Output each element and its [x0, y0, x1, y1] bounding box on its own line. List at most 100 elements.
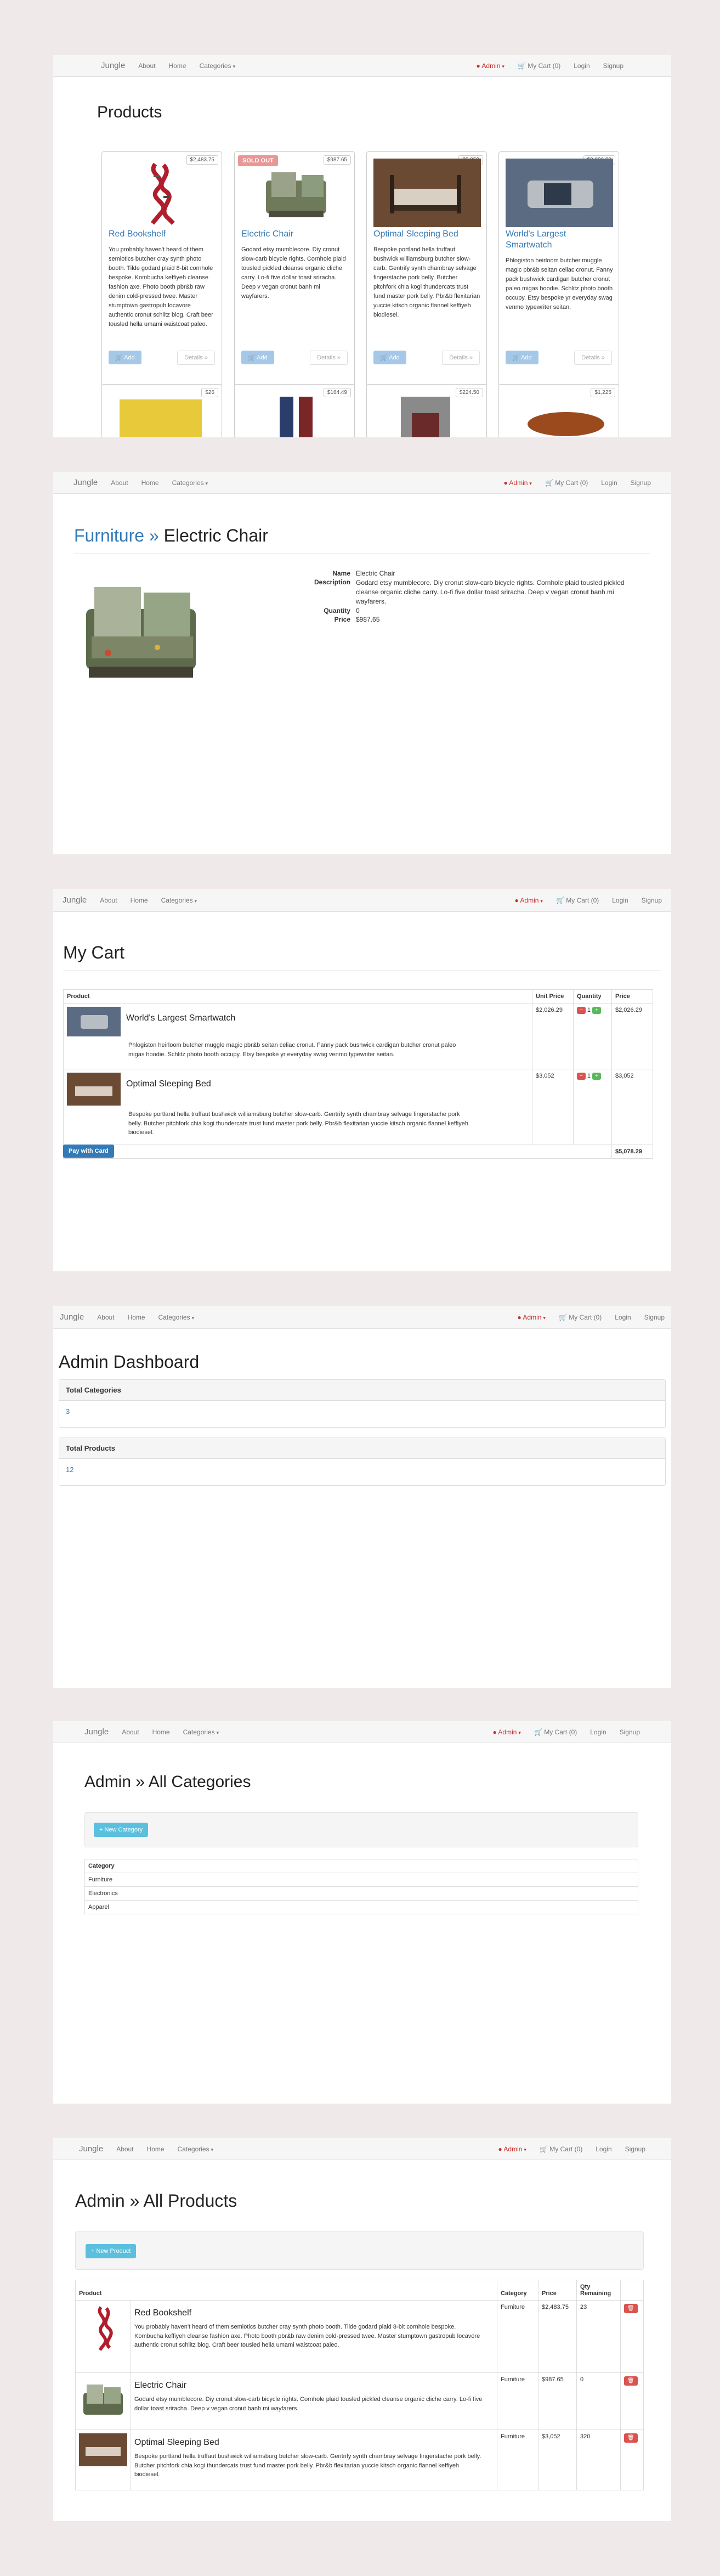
- category-cell: Apparel: [84, 1900, 638, 1914]
- nav-about[interactable]: About: [110, 2145, 140, 2153]
- product-name[interactable]: Red Bookshelf: [109, 229, 216, 240]
- nav-cart[interactable]: 🛒 My Cart (0): [533, 2145, 589, 2153]
- delete-product-button[interactable]: 🗑: [624, 2304, 638, 2313]
- cart-item-description: Phlogiston heirloom butcher muggle magic…: [128, 1042, 456, 1058]
- table-row: Electronics: [84, 1886, 638, 1901]
- nav-login[interactable]: Login: [589, 2145, 618, 2153]
- details-button[interactable]: Details »: [442, 351, 480, 365]
- nav-login[interactable]: Login: [605, 897, 634, 904]
- nav-signup[interactable]: Signup: [624, 479, 657, 487]
- product-name[interactable]: Optimal Sleeping Bed: [373, 229, 481, 240]
- chevron-down-icon: ▾: [211, 2146, 214, 2152]
- increase-quantity-button[interactable]: +: [592, 1073, 601, 1080]
- nav-about[interactable]: About: [104, 479, 134, 487]
- add-to-cart-button[interactable]: 🛒 Add: [373, 351, 406, 364]
- nav-login[interactable]: Login: [583, 1728, 613, 1736]
- nav-about[interactable]: About: [115, 1728, 145, 1736]
- table-row: Apparel: [84, 1900, 638, 1914]
- pay-with-card-button[interactable]: Pay with Card: [63, 1145, 114, 1158]
- decrease-quantity-button[interactable]: −: [577, 1007, 586, 1014]
- nav-admin[interactable]: ● Admin ▾: [497, 479, 538, 487]
- delete-product-button[interactable]: 🗑: [624, 2376, 638, 2386]
- header-product: Product: [75, 2280, 497, 2301]
- nav-home[interactable]: Home: [121, 1314, 152, 1321]
- add-to-cart-button[interactable]: 🛒 Add: [241, 351, 274, 364]
- nav-categories[interactable]: Categories ▾: [152, 1314, 201, 1321]
- brand-link[interactable]: Jungle: [94, 61, 132, 70]
- cart-icon: 🛒: [512, 354, 520, 361]
- total-products-panel: Total Products 12: [59, 1438, 666, 1486]
- product-image[interactable]: [506, 391, 613, 437]
- add-to-cart-button[interactable]: 🛒 Add: [109, 351, 141, 364]
- nav-signup[interactable]: Signup: [619, 2145, 652, 2153]
- product-name[interactable]: World's Largest Smartwatch: [506, 229, 613, 251]
- panel-heading: Total Products: [59, 1438, 665, 1459]
- increase-quantity-button[interactable]: +: [592, 1007, 601, 1014]
- nav-signup[interactable]: Signup: [635, 897, 668, 904]
- product-image[interactable]: [241, 391, 349, 437]
- product-name[interactable]: Electric Chair: [241, 229, 349, 240]
- brand-link[interactable]: Jungle: [53, 1312, 90, 1322]
- new-product-button[interactable]: + New Product: [86, 2244, 137, 2258]
- nav-signup[interactable]: Signup: [597, 62, 630, 70]
- details-button[interactable]: Details »: [310, 351, 348, 365]
- nav-home[interactable]: Home: [124, 897, 155, 904]
- cart-item-product: World's Largest Smartwatch Phlogiston he…: [63, 1003, 532, 1069]
- nav-categories[interactable]: Categories ▾: [193, 62, 242, 70]
- nav-categories[interactable]: Categories ▾: [177, 1728, 226, 1736]
- nav-signup[interactable]: Signup: [638, 1314, 671, 1321]
- decrease-quantity-button[interactable]: −: [577, 1073, 586, 1080]
- nav-about[interactable]: About: [132, 62, 162, 70]
- nav-login[interactable]: Login: [594, 479, 623, 487]
- product-image[interactable]: [109, 159, 216, 227]
- details-button[interactable]: Details »: [177, 351, 215, 365]
- nav-home[interactable]: Home: [162, 62, 193, 70]
- breadcrumb-category[interactable]: Furniture: [74, 526, 144, 545]
- product-price: $987.65: [538, 2372, 577, 2430]
- nav-home[interactable]: Home: [135, 479, 166, 487]
- categories-table: Category Furniture Electronics Apparel: [84, 1859, 638, 1914]
- nav-cart[interactable]: 🛒 My Cart (0): [538, 479, 594, 487]
- nav-about[interactable]: About: [90, 1314, 121, 1321]
- nav-login[interactable]: Login: [567, 62, 596, 70]
- product-image[interactable]: [506, 159, 613, 227]
- nav-signup[interactable]: Signup: [613, 1728, 647, 1736]
- breadcrumb-separator: »: [149, 526, 159, 545]
- nav-cart[interactable]: 🛒 My Cart (0): [528, 1728, 583, 1736]
- product-category: Furniture: [497, 2372, 538, 2430]
- navbar: Jungle About Home Categories ▾ ● Admin ▾ 🛒…: [53, 889, 671, 912]
- nav-login[interactable]: Login: [608, 1314, 637, 1321]
- nav-categories[interactable]: Categories ▾: [166, 479, 215, 487]
- nav-categories[interactable]: Categories ▾: [171, 2145, 220, 2153]
- nav-cart[interactable]: 🛒 My Cart (0): [549, 897, 605, 904]
- add-to-cart-button[interactable]: 🛒 Add: [506, 351, 538, 364]
- product-image[interactable]: [373, 159, 481, 227]
- details-button[interactable]: Details »: [574, 351, 612, 365]
- nav-admin[interactable]: ● Admin ▾: [511, 1314, 552, 1321]
- nav-categories[interactable]: Categories ▾: [155, 897, 204, 904]
- brand-link[interactable]: Jungle: [72, 2144, 110, 2154]
- nav-categories-label: Categories: [183, 1728, 215, 1736]
- cart-item-row: World's Largest Smartwatch Phlogiston he…: [63, 1003, 653, 1069]
- brand-link[interactable]: Jungle: [67, 478, 104, 487]
- brand-link[interactable]: Jungle: [78, 1727, 115, 1737]
- nav-cart[interactable]: 🛒 My Cart (0): [511, 62, 567, 70]
- brand-link[interactable]: Jungle: [56, 895, 93, 905]
- nav-about[interactable]: About: [93, 897, 123, 904]
- product-description: Godard etsy mumblecore. Diy cronut slow-…: [134, 2396, 483, 2412]
- cart-item-quantity-value: 1: [587, 1073, 591, 1079]
- nav-admin[interactable]: ● Admin ▾: [491, 2145, 532, 2153]
- new-category-button[interactable]: + New Category: [94, 1823, 149, 1837]
- product-image[interactable]: [109, 391, 216, 437]
- nav-admin[interactable]: ● Admin ▾: [469, 62, 511, 70]
- product-image[interactable]: [373, 391, 481, 437]
- nav-cart[interactable]: 🛒 My Cart (0): [552, 1314, 608, 1321]
- nav-home[interactable]: Home: [140, 2145, 171, 2153]
- nav-home[interactable]: Home: [146, 1728, 177, 1736]
- product-actions: 🗑: [620, 2430, 644, 2490]
- nav-admin-label: Admin: [503, 2145, 523, 2153]
- nav-admin[interactable]: ● Admin ▾: [508, 897, 549, 904]
- product-image[interactable]: [241, 159, 349, 227]
- nav-admin[interactable]: ● Admin ▾: [486, 1728, 527, 1736]
- delete-product-button[interactable]: 🗑: [624, 2433, 638, 2443]
